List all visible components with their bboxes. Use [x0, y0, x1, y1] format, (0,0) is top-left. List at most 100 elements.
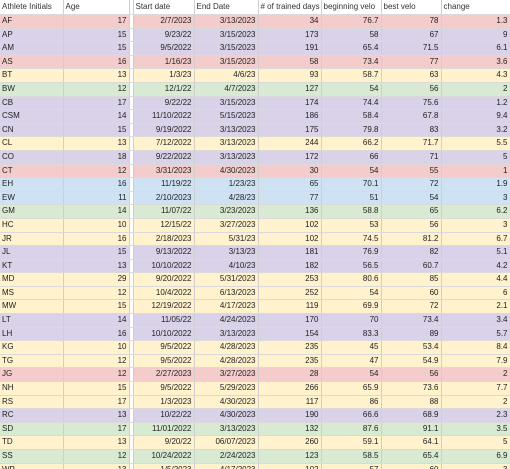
cell-start-date[interactable]: 9/23/22: [133, 28, 195, 43]
header-trained-days[interactable]: # of trained days: [258, 0, 322, 15]
cell-beginning-velo[interactable]: 58: [321, 28, 382, 43]
cell-end-date[interactable]: 5/31/23: [194, 232, 259, 247]
cell-initials[interactable]: EH: [0, 177, 64, 192]
cell-change[interactable]: 3.6: [441, 55, 510, 70]
cell-change[interactable]: 3: [441, 191, 510, 206]
cell-initials[interactable]: RS: [0, 395, 64, 410]
cell-best-velo[interactable]: 82: [381, 245, 442, 260]
header-best-velo[interactable]: best velo: [381, 0, 442, 15]
cell-age[interactable]: 13: [63, 259, 130, 274]
cell-initials[interactable]: CN: [0, 123, 64, 138]
cell-start-date[interactable]: 12/15/22: [133, 218, 195, 233]
cell-change[interactable]: 6.7: [441, 232, 510, 247]
cell-beginning-velo[interactable]: 53: [321, 218, 382, 233]
cell-best-velo[interactable]: 72: [381, 177, 442, 192]
cell-initials[interactable]: WP: [0, 463, 64, 469]
cell-best-velo[interactable]: 71.5: [381, 41, 442, 56]
cell-best-velo[interactable]: 67.8: [381, 109, 442, 124]
cell-end-date[interactable]: 3/15/2023: [194, 55, 259, 70]
cell-age[interactable]: 16: [63, 232, 130, 247]
cell-change[interactable]: 4.2: [441, 259, 510, 274]
cell-age[interactable]: 15: [63, 41, 130, 56]
cell-end-date[interactable]: 5/15/2023: [194, 109, 259, 124]
cell-trained-days[interactable]: 65: [258, 177, 322, 192]
cell-trained-days[interactable]: 102: [258, 463, 322, 469]
cell-trained-days[interactable]: 34: [258, 14, 322, 29]
cell-start-date[interactable]: 9/22/22: [133, 96, 195, 111]
cell-change[interactable]: 2: [441, 395, 510, 410]
cell-trained-days[interactable]: 235: [258, 354, 322, 369]
cell-beginning-velo[interactable]: 70.1: [321, 177, 382, 192]
cell-start-date[interactable]: 9/5/2022: [133, 340, 195, 355]
cell-best-velo[interactable]: 56: [381, 218, 442, 233]
cell-change[interactable]: 3: [441, 463, 510, 469]
cell-end-date[interactable]: 4/30/2023: [194, 408, 259, 423]
cell-change[interactable]: 2.3: [441, 408, 510, 423]
cell-change[interactable]: 3.4: [441, 313, 510, 328]
cell-end-date[interactable]: 4/6/23: [194, 68, 259, 83]
cell-trained-days[interactable]: 132: [258, 422, 322, 437]
cell-trained-days[interactable]: 174: [258, 96, 322, 111]
cell-age[interactable]: 16: [63, 327, 130, 342]
cell-trained-days[interactable]: 253: [258, 272, 322, 287]
cell-change[interactable]: 9.4: [441, 109, 510, 124]
cell-change[interactable]: 1.3: [441, 14, 510, 29]
cell-initials[interactable]: LT: [0, 313, 64, 328]
cell-best-velo[interactable]: 68.9: [381, 408, 442, 423]
cell-best-velo[interactable]: 73.6: [381, 381, 442, 396]
cell-initials[interactable]: MW: [0, 299, 64, 315]
cell-trained-days[interactable]: 244: [258, 136, 322, 151]
cell-trained-days[interactable]: 260: [258, 435, 322, 450]
cell-change[interactable]: 5.1: [441, 245, 510, 260]
cell-end-date[interactable]: 3/15/2023: [194, 41, 259, 56]
cell-end-date[interactable]: 4/28/2023: [194, 340, 259, 355]
cell-end-date[interactable]: 4/30/2023: [194, 164, 259, 179]
cell-trained-days[interactable]: 102: [258, 232, 322, 247]
cell-initials[interactable]: KG: [0, 340, 64, 355]
cell-beginning-velo[interactable]: 80.6: [321, 272, 382, 287]
cell-trained-days[interactable]: 173: [258, 28, 322, 43]
cell-trained-days[interactable]: 127: [258, 82, 322, 97]
cell-beginning-velo[interactable]: 54: [321, 82, 382, 97]
cell-beginning-velo[interactable]: 74.4: [321, 96, 382, 111]
cell-end-date[interactable]: 4/24/2023: [194, 313, 259, 328]
cell-end-date[interactable]: 4/28/2023: [194, 354, 259, 369]
cell-best-velo[interactable]: 71.7: [381, 136, 442, 151]
cell-change[interactable]: 5.7: [441, 327, 510, 342]
cell-age[interactable]: 12: [63, 367, 130, 383]
cell-start-date[interactable]: 10/24/2022: [133, 449, 195, 464]
cell-change[interactable]: 9: [441, 28, 510, 43]
cell-change[interactable]: 7.7: [441, 381, 510, 396]
cell-start-date[interactable]: 2/7/2023: [133, 14, 195, 29]
cell-start-date[interactable]: 3/31/2023: [133, 164, 195, 179]
cell-best-velo[interactable]: 73.4: [381, 313, 442, 328]
cell-trained-days[interactable]: 30: [258, 164, 322, 179]
cell-trained-days[interactable]: 123: [258, 449, 322, 464]
cell-change[interactable]: 3: [441, 218, 510, 233]
cell-age[interactable]: 16: [63, 55, 130, 70]
cell-initials[interactable]: HC: [0, 218, 64, 233]
cell-start-date[interactable]: 11/05/22: [133, 313, 195, 328]
cell-initials[interactable]: CL: [0, 136, 64, 151]
cell-end-date[interactable]: 5/31/2023: [194, 272, 259, 287]
cell-change[interactable]: 2.1: [441, 299, 510, 315]
cell-beginning-velo[interactable]: 54: [321, 164, 382, 179]
cell-best-velo[interactable]: 65: [381, 204, 442, 219]
header-athlete-initials[interactable]: Athlete Initials: [0, 0, 64, 15]
cell-end-date[interactable]: 3/13/23: [194, 245, 259, 260]
cell-trained-days[interactable]: 119: [258, 299, 322, 315]
cell-trained-days[interactable]: 28: [258, 367, 322, 383]
cell-beginning-velo[interactable]: 74.5: [321, 232, 382, 247]
cell-end-date[interactable]: 3/27/2023: [194, 218, 259, 233]
cell-start-date[interactable]: 9/19/2022: [133, 123, 195, 138]
cell-initials[interactable]: MD: [0, 272, 64, 287]
cell-initials[interactable]: GM: [0, 204, 64, 219]
cell-best-velo[interactable]: 77: [381, 55, 442, 70]
cell-start-date[interactable]: 9/5/2022: [133, 381, 195, 396]
cell-end-date[interactable]: 3/13/2023: [194, 14, 259, 29]
cell-beginning-velo[interactable]: 65.9: [321, 381, 382, 396]
cell-beginning-velo[interactable]: 87.6: [321, 422, 382, 437]
cell-beginning-velo[interactable]: 51: [321, 191, 382, 206]
cell-age[interactable]: 10: [63, 218, 130, 233]
cell-end-date[interactable]: 3/13/2023: [194, 123, 259, 138]
